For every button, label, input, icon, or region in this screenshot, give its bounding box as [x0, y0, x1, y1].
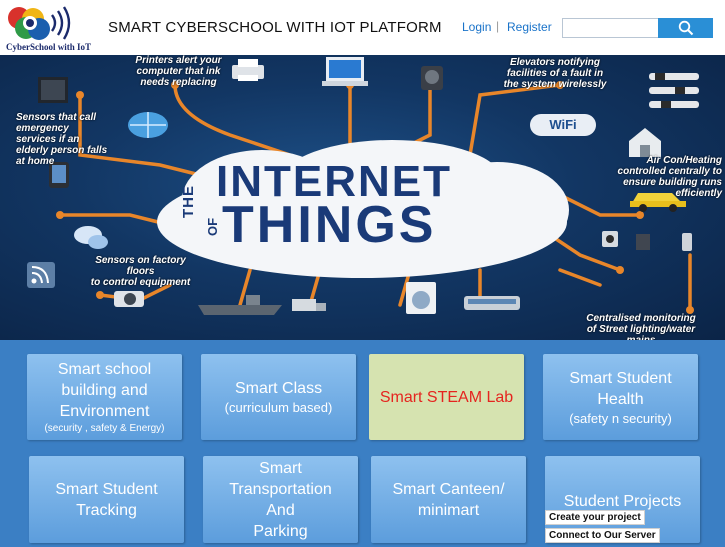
caption-sensors-elderly: Sensors that call emergency services if … [16, 112, 108, 167]
caption-factory: Sensors on factory floors to control equ… [90, 255, 191, 288]
laptop-icon [322, 57, 368, 86]
speaker-icon [636, 234, 650, 250]
create-project-button[interactable]: Create your project [545, 510, 645, 525]
monitor-icon [38, 77, 68, 103]
tile-smart-school-building[interactable]: Smart school building and Environment (s… [27, 354, 182, 440]
tile-smart-transportation[interactable]: Smart Transportation And Parking [203, 456, 358, 543]
header-brand: CyberSchool with IoT SMART CYBERSCHOOL W… [0, 0, 455, 55]
connect-server-button[interactable]: Connect to Our Server [545, 528, 660, 543]
thermostat-bars-icon [649, 73, 699, 108]
tile-subtitle: (safety n security) [569, 410, 672, 426]
globe-icon [128, 112, 168, 138]
rss-icon [27, 262, 55, 288]
caption-lighting: Centralised monitoring of Street lightin… [586, 313, 696, 340]
iot-logo-things: THINGS [222, 196, 437, 254]
tile-title: Student Projects [563, 493, 682, 510]
caption-printers: Printers alert your computer that ink ne… [135, 55, 222, 88]
tile-title: Smart Student Health [569, 369, 672, 408]
nav-separator: | [496, 19, 500, 33]
tile-smart-student-health[interactable]: Smart Student Health (safety n security) [543, 354, 698, 440]
house-icon [629, 128, 661, 157]
truck-icon [292, 299, 326, 311]
chat-bubbles-icon [74, 226, 108, 249]
page-title: SMART CYBERSCHOOL WITH IOT PLATFORM [108, 19, 442, 36]
tile-smart-class[interactable]: Smart Class (curriculum based) [201, 354, 356, 440]
search-icon [678, 20, 693, 36]
search-button[interactable] [658, 18, 713, 38]
cyberschool-logo-icon[interactable] [6, 4, 80, 44]
tile-subtitle: (security , safety & Energy) [44, 422, 165, 434]
logo-text: CyberSchool with IoT [6, 42, 92, 52]
tile-title: Smart Transportation And Parking [229, 459, 332, 540]
login-link[interactable]: Login [462, 20, 491, 34]
tile-subtitle: (curriculum based) [224, 400, 333, 415]
iot-hero-banner: WiFi THE OF INTERNET THINGS Printers ale… [0, 55, 725, 340]
hard-drive-icon [421, 66, 443, 90]
camera-icon [602, 231, 618, 247]
tile-title: Smart Student Tracking [55, 480, 158, 519]
tile-title: Smart school building and Environment [57, 360, 152, 420]
tile-smart-steam-lab[interactable]: Smart STEAM Lab [369, 354, 524, 440]
feature-tile-grid: Smart school building and Environment (s… [0, 340, 725, 547]
search-input[interactable] [562, 18, 658, 38]
tile-title: Smart Class [234, 380, 323, 397]
tile-smart-student-tracking[interactable]: Smart Student Tracking [29, 456, 184, 543]
caption-elevators: Elevators notifying facilities of a faul… [503, 57, 607, 90]
caption-aircon: Air Con/Heating controlled centrally to … [617, 155, 722, 199]
tile-title: Smart Canteen/ minimart [392, 480, 505, 519]
wifi-badge: WiFi [530, 114, 596, 136]
train-icon [464, 296, 520, 310]
tile-smart-canteen[interactable]: Smart Canteen/ minimart [371, 456, 526, 543]
register-link[interactable]: Register [507, 20, 552, 34]
top-nav: Login | Register [455, 0, 725, 55]
ship-icon [198, 295, 282, 315]
tile-title: Smart STEAM Lab [379, 388, 514, 406]
remote-icon [682, 233, 692, 251]
